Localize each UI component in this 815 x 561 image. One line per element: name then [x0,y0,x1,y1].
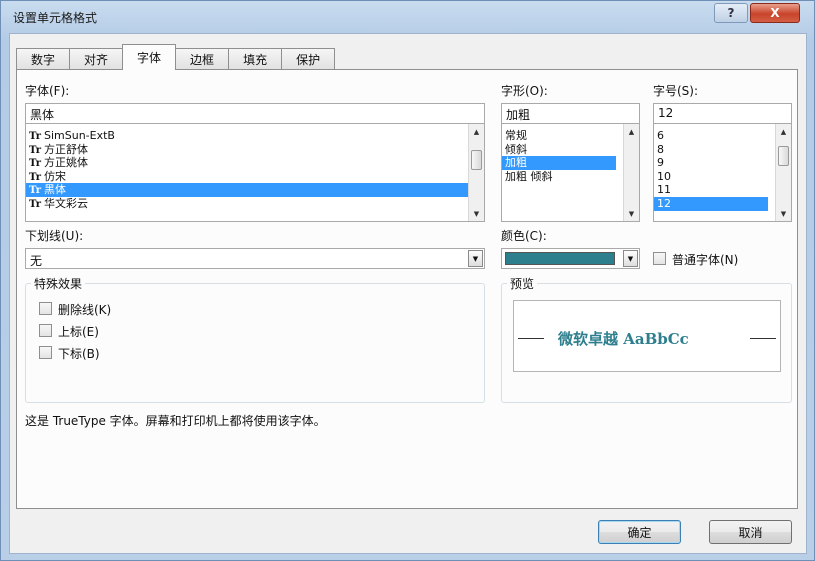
preview-sample-text: 微软卓越 AaBbCc [558,330,689,348]
font-list-item[interactable]: Tr SimSun-ExtB [26,129,484,143]
style-list-item[interactable]: 常规 [502,129,639,143]
underline-label: 下划线(U): [25,229,84,243]
tab-number[interactable]: 数字 [16,48,71,70]
ok-button[interactable]: 确定 [598,520,681,544]
style-list[interactable]: 常规 倾斜 加粗 加粗 倾斜 ▲ ▼ [501,123,640,222]
normal-font-checkbox[interactable] [653,252,666,265]
truetype-icon: Tr [29,171,41,183]
strikethrough-checkbox[interactable] [39,302,52,315]
normal-font-label: 普通字体(N) [672,253,739,267]
font-info-text: 这是 TrueType 字体。屏幕和打印机上都将使用该字体。 [25,414,326,428]
chevron-down-icon[interactable]: ▼ [468,250,483,267]
close-icon: X [770,6,780,20]
font-tab-panel: 字体(F): 黑体 Tr SimSun-ExtB Tr 方正舒体 Tr 方正姚体 Tr… [16,69,798,509]
underline-value: 无 [30,254,43,268]
size-label: 字号(S): [653,84,699,98]
style-input[interactable]: 加粗 [501,103,640,124]
style-list-item[interactable]: 加粗 倾斜 [502,170,639,184]
help-button[interactable]: ? [714,3,748,23]
font-list-item[interactable]: Tr 方正舒体 [26,143,484,157]
scroll-up-icon[interactable]: ▲ [624,124,639,139]
strikethrough-label: 删除线(K) [58,303,112,317]
size-list-item[interactable]: 6 [654,129,791,143]
scroll-down-icon[interactable]: ▼ [469,206,484,221]
superscript-label: 上标(E) [58,325,99,339]
size-list-item[interactable]: 10 [654,170,791,184]
help-icon: ? [727,6,735,20]
size-list-scrollbar[interactable]: ▲ ▼ [775,124,791,221]
tab-border[interactable]: 边框 [175,48,230,70]
dialog-title: 设置单元格格式 [13,11,98,25]
font-input[interactable]: 黑体 [25,103,485,124]
tab-protection[interactable]: 保护 [281,48,336,70]
color-select[interactable]: ▼ [501,248,640,269]
size-input[interactable]: 12 [653,103,792,124]
size-list-item[interactable]: 11 [654,183,791,197]
style-list-item[interactable]: 倾斜 [502,143,639,157]
superscript-checkbox[interactable] [39,324,52,337]
style-list-item-selected[interactable]: 加粗 [502,156,616,170]
scroll-down-icon[interactable]: ▼ [776,206,791,221]
preview-title: 预览 [507,275,538,292]
scroll-down-icon[interactable]: ▼ [624,206,639,221]
size-list-item-selected[interactable]: 12 [654,196,768,211]
truetype-icon: Tr [29,131,41,142]
scroll-up-icon[interactable]: ▲ [776,124,791,139]
close-button[interactable]: X [750,3,800,23]
cancel-button[interactable]: 取消 [709,520,792,544]
underline-select[interactable]: 无 ▼ [25,248,485,269]
preview-underline-right [750,338,776,339]
style-list-scrollbar[interactable]: ▲ ▼ [623,124,639,221]
tab-font[interactable]: 字体 [122,44,177,70]
color-label: 颜色(C): [501,229,547,243]
style-label: 字形(O): [501,84,548,98]
effects-title: 特殊效果 [31,275,86,292]
preview-box: 微软卓越 AaBbCc [513,300,781,372]
tab-alignment[interactable]: 对齐 [69,48,124,70]
chevron-down-icon[interactable]: ▼ [623,250,638,267]
format-cells-dialog: 设置单元格格式 ? X 数字 对齐 字体 边框 填充 保护 字体(F): 黑体 … [0,0,815,561]
truetype-icon: Tr [29,185,41,197]
truetype-icon: Tr [29,198,41,210]
size-list-item[interactable]: 8 [654,143,791,157]
subscript-checkbox[interactable] [39,346,52,359]
size-list[interactable]: 6 8 9 10 11 12 ▲ ▼ [653,123,792,222]
subscript-label: 下标(B) [58,347,100,361]
size-list-item[interactable]: 9 [654,156,791,170]
font-list-item[interactable]: Tr 方正姚体 [26,156,484,170]
tab-strip: 数字 对齐 字体 边框 填充 保护 [16,44,336,70]
font-label: 字体(F): [25,84,70,98]
font-list-item[interactable]: Tr 仿宋 [26,170,484,184]
scroll-thumb[interactable] [471,150,482,170]
dialog-body: 数字 对齐 字体 边框 填充 保护 字体(F): 黑体 Tr SimSun-Ext… [9,33,807,554]
truetype-icon: Tr [29,144,41,156]
scroll-thumb[interactable] [778,146,789,166]
color-swatch [505,252,615,265]
font-list[interactable]: Tr SimSun-ExtB Tr 方正舒体 Tr 方正姚体 Tr 仿宋 Tr 黑体 Tr… [25,123,485,222]
scroll-up-icon[interactable]: ▲ [469,124,484,139]
preview-underline-left [518,338,544,339]
font-list-scrollbar[interactable]: ▲ ▼ [468,124,484,221]
font-list-item-selected[interactable]: Tr 黑体 [26,183,484,197]
font-list-item[interactable]: Tr 华文彩云 [26,197,484,211]
truetype-icon: Tr [29,158,41,170]
tab-fill[interactable]: 填充 [228,48,283,70]
title-bar[interactable]: 设置单元格格式 ? X [1,1,814,33]
